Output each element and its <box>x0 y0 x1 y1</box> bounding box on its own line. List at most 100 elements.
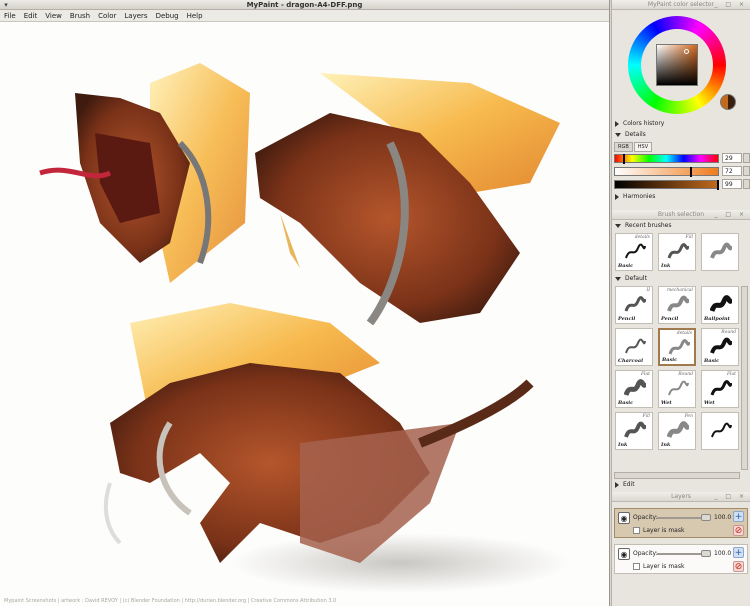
saturation-slider-knob[interactable] <box>690 167 692 177</box>
opacity-slider-knob[interactable] <box>701 514 711 521</box>
layer-mask-checkbox[interactable] <box>633 527 640 534</box>
color-selector-title: MyPaint color selector <box>647 1 715 8</box>
brush-variant-label: details <box>676 331 692 336</box>
menu-brush[interactable]: Brush <box>70 12 90 20</box>
brush-stroke-icon <box>710 380 732 396</box>
hue-spin-arrows[interactable] <box>743 153 750 163</box>
colors-history-label: Colors history <box>623 120 665 127</box>
menu-file[interactable]: File <box>4 12 16 20</box>
brush-preset[interactable] <box>701 412 739 450</box>
value-slider[interactable] <box>614 180 719 190</box>
brush-stroke-icon <box>668 339 690 355</box>
layer-mask-label: Layer is mask <box>643 563 685 570</box>
brush-type-label: Charcoal <box>618 358 644 364</box>
brush-preset[interactable]: Fill Ink <box>615 412 653 450</box>
brush-preset[interactable]: II Pencil <box>615 286 653 324</box>
layer-mask-label: Layer is mask <box>643 527 685 534</box>
brush-preset[interactable]: Round Basic <box>701 328 739 366</box>
panel-window-buttons[interactable]: _ □ × <box>714 0 747 10</box>
brush-stroke-icon <box>710 337 732 354</box>
brush-scrollbar-vertical[interactable] <box>741 286 748 470</box>
saturation-value-square[interactable] <box>656 44 698 86</box>
main-window: ▾ MyPaint - dragon-A4-DFF.png File Edit … <box>0 0 610 606</box>
value-spin-arrows[interactable] <box>743 179 750 189</box>
dragon-artwork <box>39 63 570 593</box>
brush-preset[interactable]: Flat Wet <box>701 370 739 408</box>
hue-slider[interactable] <box>614 154 719 164</box>
brush-preset[interactable]: details Basic <box>615 233 653 271</box>
menu-layers[interactable]: Layers <box>124 12 147 20</box>
tab-hsv[interactable]: HSV <box>633 142 653 152</box>
brush-preset[interactable]: Ballpoint <box>701 286 739 324</box>
brush-variant-label: details <box>634 235 650 240</box>
saturation-field[interactable]: 72 <box>722 166 742 176</box>
saturation-slider[interactable] <box>614 167 719 177</box>
brush-stroke-icon <box>624 296 646 312</box>
expander-right-icon <box>615 193 619 200</box>
hue-field[interactable]: 29 <box>722 153 742 163</box>
value-slider-knob[interactable] <box>717 180 719 190</box>
value-field[interactable]: 99 <box>722 179 742 189</box>
menu-help[interactable]: Help <box>187 12 203 20</box>
brush-preset[interactable] <box>701 233 739 271</box>
harmonies-expander[interactable]: Harmonies <box>612 191 750 202</box>
layer-row[interactable]: ◉ Opacity: 100.0 + ⊘ Layer is mask <box>614 508 748 538</box>
brush-variant-label: Round <box>721 330 736 335</box>
hue-slider-knob[interactable] <box>623 154 625 164</box>
brush-selection-panel: Brush selection _ □ × Recent brushes det… <box>611 210 750 492</box>
brush-type-label: Basic <box>704 358 720 364</box>
opacity-slider-knob[interactable] <box>701 550 711 557</box>
brush-preset[interactable]: details Basic <box>658 328 696 366</box>
brush-preset[interactable]: Flat Basic <box>615 370 653 408</box>
brush-preset[interactable]: mechanical Pencil <box>658 286 696 324</box>
details-expander[interactable]: Details <box>612 129 750 140</box>
brush-preset[interactable]: Charcoal <box>615 328 653 366</box>
saturation-row: 72 <box>614 165 750 178</box>
color-picker-marker[interactable] <box>684 49 689 54</box>
delete-layer-icon[interactable]: ⊘ <box>733 561 744 572</box>
add-layer-icon[interactable]: + <box>733 547 744 558</box>
opacity-value: 100.0 <box>714 550 732 557</box>
color-selector-panel: MyPaint color selector _ □ × Colors hist… <box>611 0 750 210</box>
colors-history-expander[interactable]: Colors history <box>612 118 750 129</box>
brush-variant-label: Flat <box>726 372 736 377</box>
brush-stroke-icon <box>625 243 646 259</box>
brush-type-label: Basic <box>618 263 634 269</box>
menu-debug[interactable]: Debug <box>156 12 179 20</box>
brush-preset[interactable]: Fill Ink <box>658 233 696 271</box>
edit-expander[interactable]: Edit <box>612 479 750 490</box>
color-selector-titlebar: MyPaint color selector _ □ × <box>612 0 750 10</box>
menu-edit[interactable]: Edit <box>24 12 38 20</box>
brush-preset[interactable]: Pen Ink <box>658 412 696 450</box>
brush-selection-titlebar: Brush selection _ □ × <box>612 210 750 220</box>
layers-title: Layers <box>671 493 691 500</box>
layer-row[interactable]: ◉ Opacity: 100.0 + ⊘ Layer is mask <box>614 544 748 574</box>
edit-label: Edit <box>623 481 635 488</box>
eye-icon[interactable]: ◉ <box>618 512 630 524</box>
panel-window-buttons[interactable]: _ □ × <box>714 210 747 220</box>
brush-type-label: Wet <box>661 400 672 406</box>
brush-preset[interactable]: Round Wet <box>658 370 696 408</box>
layer-mask-checkbox[interactable] <box>633 563 640 570</box>
brush-type-label: Ink <box>661 263 671 269</box>
menu-view[interactable]: View <box>45 12 62 20</box>
brush-variant-label: Fill <box>642 414 650 419</box>
saturation-spin-arrows[interactable] <box>743 166 750 176</box>
tab-rgb[interactable]: RGB <box>614 142 633 152</box>
eye-icon[interactable]: ◉ <box>618 548 630 560</box>
delete-layer-icon[interactable]: ⊘ <box>733 525 744 536</box>
hue-row: 29 <box>614 152 750 165</box>
brush-scrollbar-horizontal[interactable] <box>614 472 740 479</box>
drawing-canvas[interactable]: Mypaint Screenshots | artwork : David RE… <box>0 23 609 606</box>
panel-window-buttons[interactable]: _ □ × <box>714 492 747 502</box>
default-brushes-expander[interactable]: Default <box>612 273 750 284</box>
brush-selection-title: Brush selection <box>657 211 705 218</box>
harmonies-label: Harmonies <box>623 193 656 200</box>
layers-titlebar: Layers _ □ × <box>612 492 750 502</box>
add-layer-icon[interactable]: + <box>733 511 744 522</box>
recent-brushes-expander[interactable]: Recent brushes <box>612 220 750 231</box>
menu-color[interactable]: Color <box>98 12 116 20</box>
brush-stroke-icon <box>668 380 689 396</box>
brush-variant-label: mechanical <box>666 288 693 293</box>
expander-down-icon <box>615 132 621 137</box>
